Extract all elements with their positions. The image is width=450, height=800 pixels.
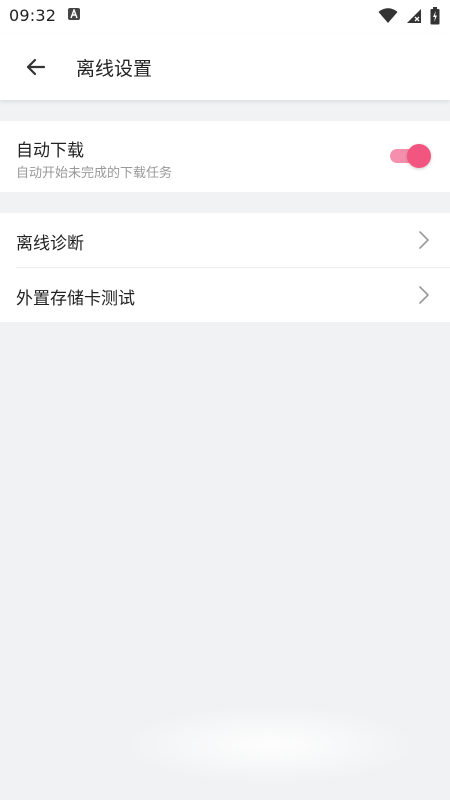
status-time: 09:32 — [9, 6, 57, 25]
back-button[interactable] — [14, 45, 58, 89]
auto-download-toggle[interactable] — [390, 144, 431, 168]
notification-a-icon — [68, 8, 80, 20]
signal-icon — [407, 9, 421, 23]
app-bar: 离线设置 — [0, 34, 450, 100]
battery-icon — [430, 7, 440, 25]
settings-list-card: 离线诊断 外置存储卡测试 — [0, 213, 450, 322]
auto-download-title: 自动下载 — [16, 141, 84, 161]
offline-diagnosis-label: 离线诊断 — [16, 234, 84, 254]
status-icons — [378, 6, 440, 26]
sd-card-test-row[interactable]: 外置存储卡测试 — [0, 268, 450, 322]
wifi-icon — [378, 8, 398, 23]
status-bar: 09:32 — [0, 0, 450, 34]
back-arrow-icon — [26, 58, 46, 76]
offline-diagnosis-row[interactable]: 离线诊断 — [0, 213, 450, 268]
auto-download-subtitle: 自动开始未完成的下载任务 — [16, 166, 173, 181]
toggle-thumb — [407, 144, 431, 168]
page-title: 离线设置 — [76, 58, 153, 80]
sd-card-test-label: 外置存储卡测试 — [16, 289, 135, 309]
background-glow — [120, 705, 420, 785]
auto-download-card: 自动下载 自动开始未完成的下载任务 — [0, 121, 450, 192]
chevron-right-icon — [419, 231, 429, 249]
chevron-right-icon — [419, 286, 429, 304]
